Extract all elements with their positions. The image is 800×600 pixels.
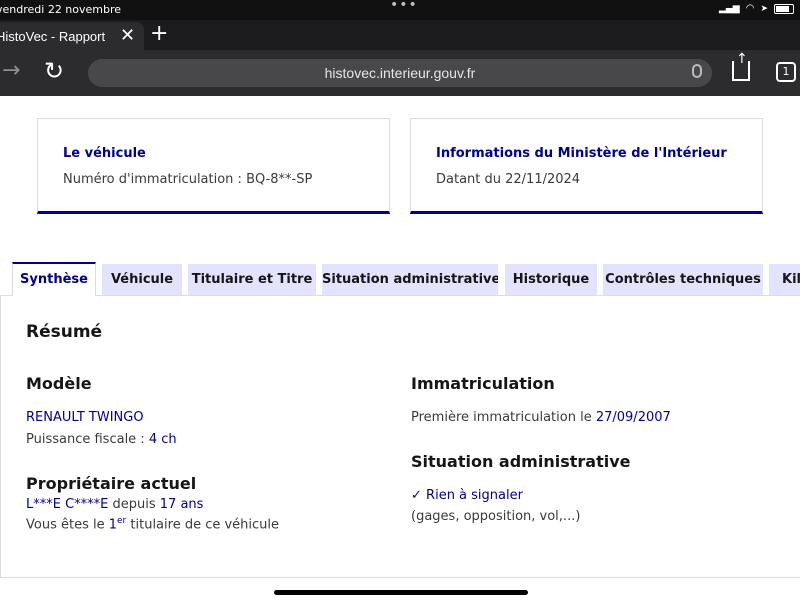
owner-line: L***E C****E depuis 17 ans [26, 497, 203, 512]
owner-rank: Vous êtes le 1er titulaire de ce véhicul… [26, 516, 279, 532]
tab-historique[interactable]: Historique [505, 264, 597, 296]
ministry-card-title: Informations du Ministère de l'Intérieur [436, 146, 727, 161]
fiscal-power-value: 4 ch [148, 432, 177, 447]
home-indicator[interactable] [274, 590, 528, 595]
resume-heading: Résumé [26, 322, 103, 342]
microphone-icon[interactable] [692, 64, 702, 78]
owner-since-value: 17 ans [159, 497, 204, 512]
situation-detail: (gages, opposition, vol,...) [411, 509, 581, 524]
address-bar[interactable]: histovec.interieur.gouv.fr [88, 59, 712, 87]
owner-rank-sup: er [117, 516, 127, 526]
location-icon: ➤ [760, 3, 768, 14]
browser-tab[interactable]: HistoVec - Rapport vendeur ✕ [0, 22, 144, 50]
multitask-dots[interactable]: ••• [390, 0, 418, 13]
wifi-icon: ◠ [745, 3, 755, 14]
modele-heading: Modèle [26, 374, 92, 393]
signal-icon: ▂▄▆ [718, 3, 740, 14]
close-icon[interactable]: ✕ [120, 25, 135, 46]
report-tabs: Synthèse Véhicule Titulaire et Titre Sit… [0, 262, 800, 296]
report-date: Datant du 22/11/2024 [436, 172, 581, 187]
owner-since-label: depuis [108, 497, 160, 512]
situation-status-text: Rien à signaler [426, 488, 523, 503]
owner-rank-prefix: Vous êtes le [26, 517, 109, 533]
first-registration: Première immatriculation le 27/09/2007 [411, 410, 671, 425]
browser-tab-title: HistoVec - Rapport vendeur [0, 29, 108, 44]
registration-number: Numéro d'immatriculation : BQ-8**-SP [63, 172, 313, 187]
immatriculation-heading: Immatriculation [411, 374, 555, 393]
browser-tab-bar: HistoVec - Rapport vendeur ✕ + [0, 20, 800, 50]
proprietaire-heading: Propriétaire actuel [26, 474, 197, 493]
reload-icon[interactable]: ↻ [44, 57, 64, 85]
fiscal-power-label: Puissance fiscale : [26, 432, 149, 447]
situation-status: ✓ Rien à signaler [411, 488, 523, 503]
synthese-panel: Résumé Modèle RENAULT TWINGO Puissance f… [0, 296, 800, 578]
vehicle-model: RENAULT TWINGO [26, 410, 144, 425]
first-registration-date: 27/09/2007 [595, 410, 671, 425]
first-registration-label: Première immatriculation le [411, 410, 596, 425]
ministry-card: Informations du Ministère de l'Intérieur… [410, 118, 763, 214]
browser-toolbar: → ↻ histovec.interieur.gouv.fr 1 [0, 50, 800, 96]
vehicle-card-title: Le véhicule [63, 146, 146, 161]
battery-icon [774, 3, 794, 14]
tab-vehicule[interactable]: Véhicule [102, 264, 182, 296]
status-date: vendredi 22 novembre [0, 3, 122, 16]
tab-controles-techniques[interactable]: Contrôles techniques [603, 264, 763, 296]
url-text: histovec.interieur.gouv.fr [324, 65, 476, 81]
tab-situation-administrative[interactable]: Situation administrative [322, 264, 498, 296]
fiscal-power: Puissance fiscale : 4 ch [26, 432, 177, 447]
owner-name: L***E C****E [26, 497, 109, 512]
share-icon[interactable] [732, 51, 750, 81]
page-content: Le véhicule Numéro d'immatriculation : B… [0, 96, 800, 600]
check-icon: ✓ [411, 488, 422, 503]
owner-rank-number: 1 [108, 517, 118, 533]
forward-icon[interactable]: → [2, 58, 20, 83]
status-bar: vendredi 22 novembre ••• ▂▄▆ ◠ ➤ [0, 0, 800, 20]
situation-heading: Situation administrative [411, 452, 631, 471]
tabs-overview-button[interactable]: 1 [776, 62, 796, 82]
new-tab-button[interactable]: + [150, 21, 168, 46]
tab-kilometrage[interactable]: Kilométrage [769, 264, 800, 296]
vehicle-card: Le véhicule Numéro d'immatriculation : B… [37, 118, 390, 214]
tab-synthese[interactable]: Synthèse [12, 262, 96, 296]
status-indicators: ▂▄▆ ◠ ➤ [719, 3, 794, 14]
tab-titulaire[interactable]: Titulaire et Titre [188, 264, 316, 296]
owner-rank-suffix: titulaire de ce véhicule [126, 517, 280, 533]
